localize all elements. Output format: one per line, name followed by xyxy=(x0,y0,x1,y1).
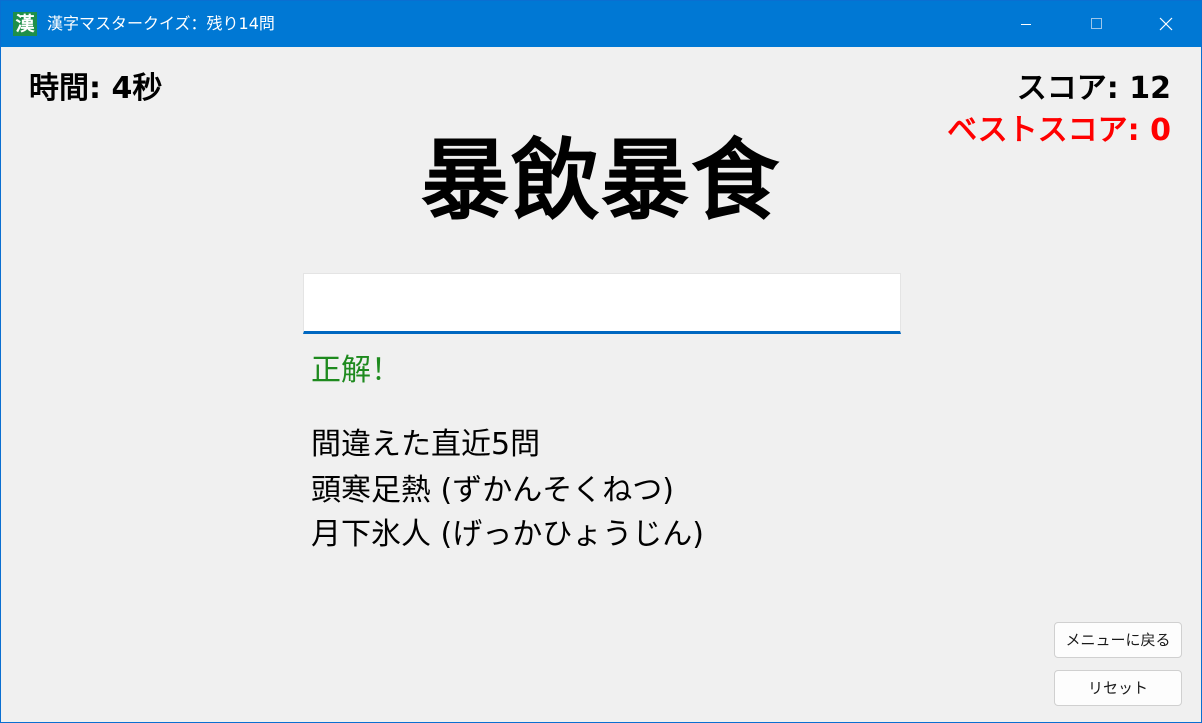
minimize-button[interactable] xyxy=(991,1,1061,47)
feedback-label: 正解！ xyxy=(311,353,401,388)
close-icon xyxy=(1159,17,1173,31)
app-icon: 漢 xyxy=(13,12,37,36)
reset-button[interactable]: リセット xyxy=(1054,670,1182,706)
maximize-button[interactable] xyxy=(1061,1,1131,47)
answer-input[interactable] xyxy=(303,273,901,334)
maximize-icon xyxy=(1091,18,1102,29)
timer-label: 時間: 4秒 xyxy=(29,71,163,106)
close-button[interactable] xyxy=(1131,1,1201,47)
quiz-window: 漢 漢字マスタークイズ：残り14問 時間: 4秒 スコア: 12 ベストスコア:… xyxy=(0,0,1202,723)
back-to-menu-button[interactable]: メニューに戻る xyxy=(1054,622,1182,658)
score-label: スコア: 12 xyxy=(1016,71,1171,106)
question-kanji: 暴飲暴食 xyxy=(420,129,781,232)
minimize-icon xyxy=(1021,24,1031,25)
missed-item: 頭寒足熱 (ずかんそくねつ) xyxy=(311,473,674,508)
window-title: 漢字マスタークイズ：残り14問 xyxy=(47,14,275,33)
missed-list-title: 間違えた直近5問 xyxy=(311,427,541,462)
missed-list: 頭寒足熱 (ずかんそくねつ) 月下氷人 (げっかひょうじん) xyxy=(311,469,704,557)
missed-item: 月下氷人 (げっかひょうじん) xyxy=(311,517,704,552)
title-bar[interactable]: 漢 漢字マスタークイズ：残り14問 xyxy=(1,1,1201,47)
